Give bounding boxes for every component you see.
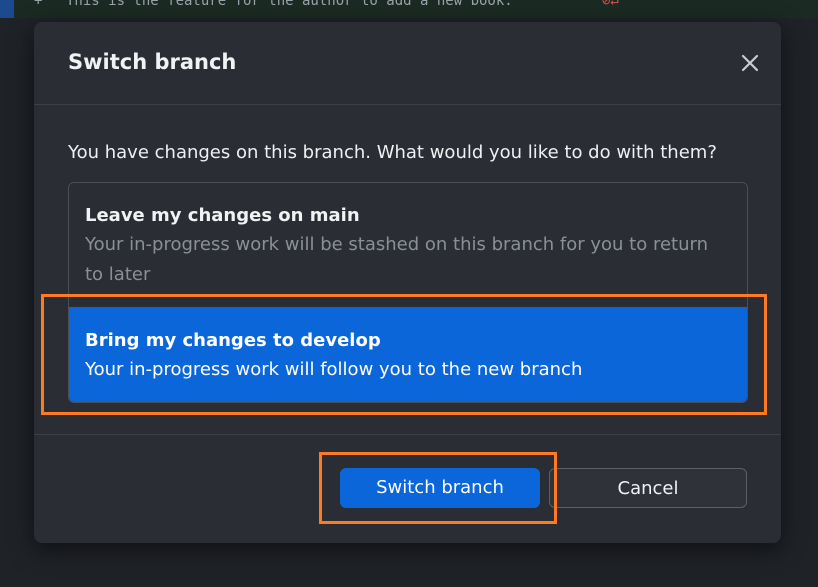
option-description: Your in-progress work will be stashed on… (85, 234, 708, 285)
option-bring-changes[interactable]: Bring my changes to develop Your in-prog… (69, 307, 747, 402)
dialog-prompt: You have changes on this branch. What wo… (68, 142, 717, 163)
option-description: Your in-progress work will follow you to… (85, 359, 583, 380)
diff-prefix: + (34, 0, 43, 9)
dialog-header: Switch branch (34, 22, 781, 105)
option-title: Leave my changes on main (85, 205, 360, 226)
line-end-marks: ⊘↵ (602, 0, 619, 9)
option-title: Bring my changes to develop (85, 330, 381, 351)
close-icon[interactable] (734, 48, 766, 78)
switch-branch-button[interactable]: Switch branch (340, 468, 540, 508)
dialog-title: Switch branch (68, 50, 237, 74)
change-options-list: Leave my changes on main Your in-progres… (68, 182, 748, 403)
diff-code-text: This is the feature for the author to ad… (66, 0, 513, 9)
diff-line: + This is the feature for the author to … (0, 0, 818, 18)
option-leave-changes[interactable]: Leave my changes on main Your in-progres… (69, 183, 747, 306)
switch-branch-dialog: Switch branch You have changes on this b… (34, 22, 781, 543)
diff-gutter (0, 0, 14, 18)
footer-divider (34, 434, 781, 435)
cancel-button[interactable]: Cancel (549, 468, 747, 508)
